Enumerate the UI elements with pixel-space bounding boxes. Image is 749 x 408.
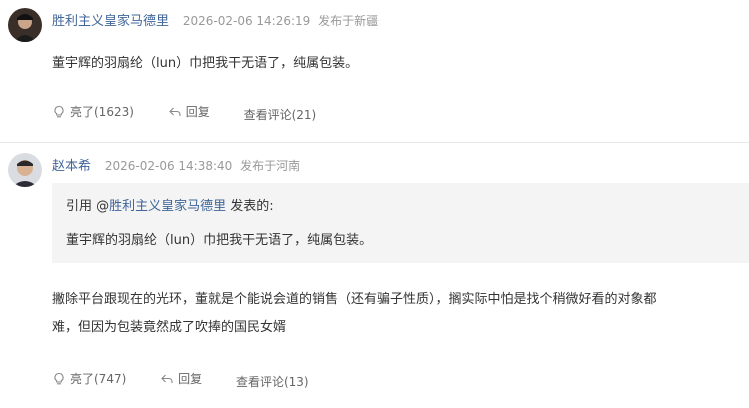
lightbulb-icon <box>54 372 64 384</box>
quote-text: 董宇辉的羽扇纶（lun）巾把我干无语了，纯属包装。 <box>66 233 373 248</box>
lightbulb-icon <box>54 105 64 117</box>
username-link[interactable]: 胜利主义皇家马德里 <box>52 14 169 29</box>
location: 发布于河南 <box>240 159 301 173</box>
quote-prefix: 引用 @ <box>66 199 110 214</box>
reply-label: 回复 <box>185 105 210 119</box>
avatar[interactable] <box>8 8 42 42</box>
reply-button[interactable]: 回复 <box>160 370 202 387</box>
comment-text-line-1: 撇除平台跟现在的光环，董就是个能说会道的销售（还有骗子性质），搁实际中怕是找个稍… <box>52 292 657 307</box>
reply-label: 回复 <box>178 372 203 386</box>
view-replies-button[interactable]: 查看评论(21) <box>244 106 317 123</box>
quote-block: 引用 @胜利主义皇家马德里 发表的: 董宇辉的羽扇纶（lun）巾把我干无语了，纯… <box>52 183 749 263</box>
divider <box>0 142 749 143</box>
comment-meta: 胜利主义皇家马德里 2026-02-06 14:26:19 发布于新疆 <box>52 10 378 29</box>
comment-text: 董宇辉的羽扇纶（lun）巾把我干无语了，纯属包装。 <box>52 56 359 71</box>
reply-button[interactable]: 回复 <box>168 103 210 120</box>
view-replies-label: 查看评论(13) <box>235 374 309 389</box>
quote-suffix: 发表的: <box>226 199 274 214</box>
like-button[interactable]: 亮了(747) <box>52 370 126 387</box>
comment-actions: 亮了(747) 回复 查看评论(13) <box>52 370 309 390</box>
view-replies-button[interactable]: 查看评论(13) <box>236 373 309 390</box>
reply-icon <box>161 374 173 383</box>
like-label: 亮了(1623) <box>70 105 134 119</box>
timestamp: 2026-02-06 14:38:40 <box>104 159 233 173</box>
like-label: 亮了(747) <box>70 372 127 386</box>
username-link[interactable]: 赵本希 <box>52 159 91 174</box>
timestamp: 2026-02-06 14:26:19 <box>182 14 311 28</box>
location: 发布于新疆 <box>318 14 379 28</box>
comment-text: 撇除平台跟现在的光环，董就是个能说会道的销售（还有骗子性质），搁实际中怕是找个稍… <box>52 286 657 342</box>
view-replies-label: 查看评论(21) <box>243 107 317 122</box>
reply-icon <box>168 107 181 116</box>
quote-header: 引用 @胜利主义皇家马德里 发表的: <box>66 195 274 214</box>
comment-text-line-2: 难，但因为包装竟然成了吹捧的国民女婿 <box>52 320 287 335</box>
like-button[interactable]: 亮了(1623) <box>52 103 134 120</box>
avatar[interactable] <box>8 153 42 187</box>
comment-actions: 亮了(1623) 回复 查看评论(21) <box>52 103 316 123</box>
comment-meta: 赵本希 2026-02-06 14:38:40 发布于河南 <box>52 155 300 174</box>
quote-user-link[interactable]: 胜利主义皇家马德里 <box>109 199 226 214</box>
